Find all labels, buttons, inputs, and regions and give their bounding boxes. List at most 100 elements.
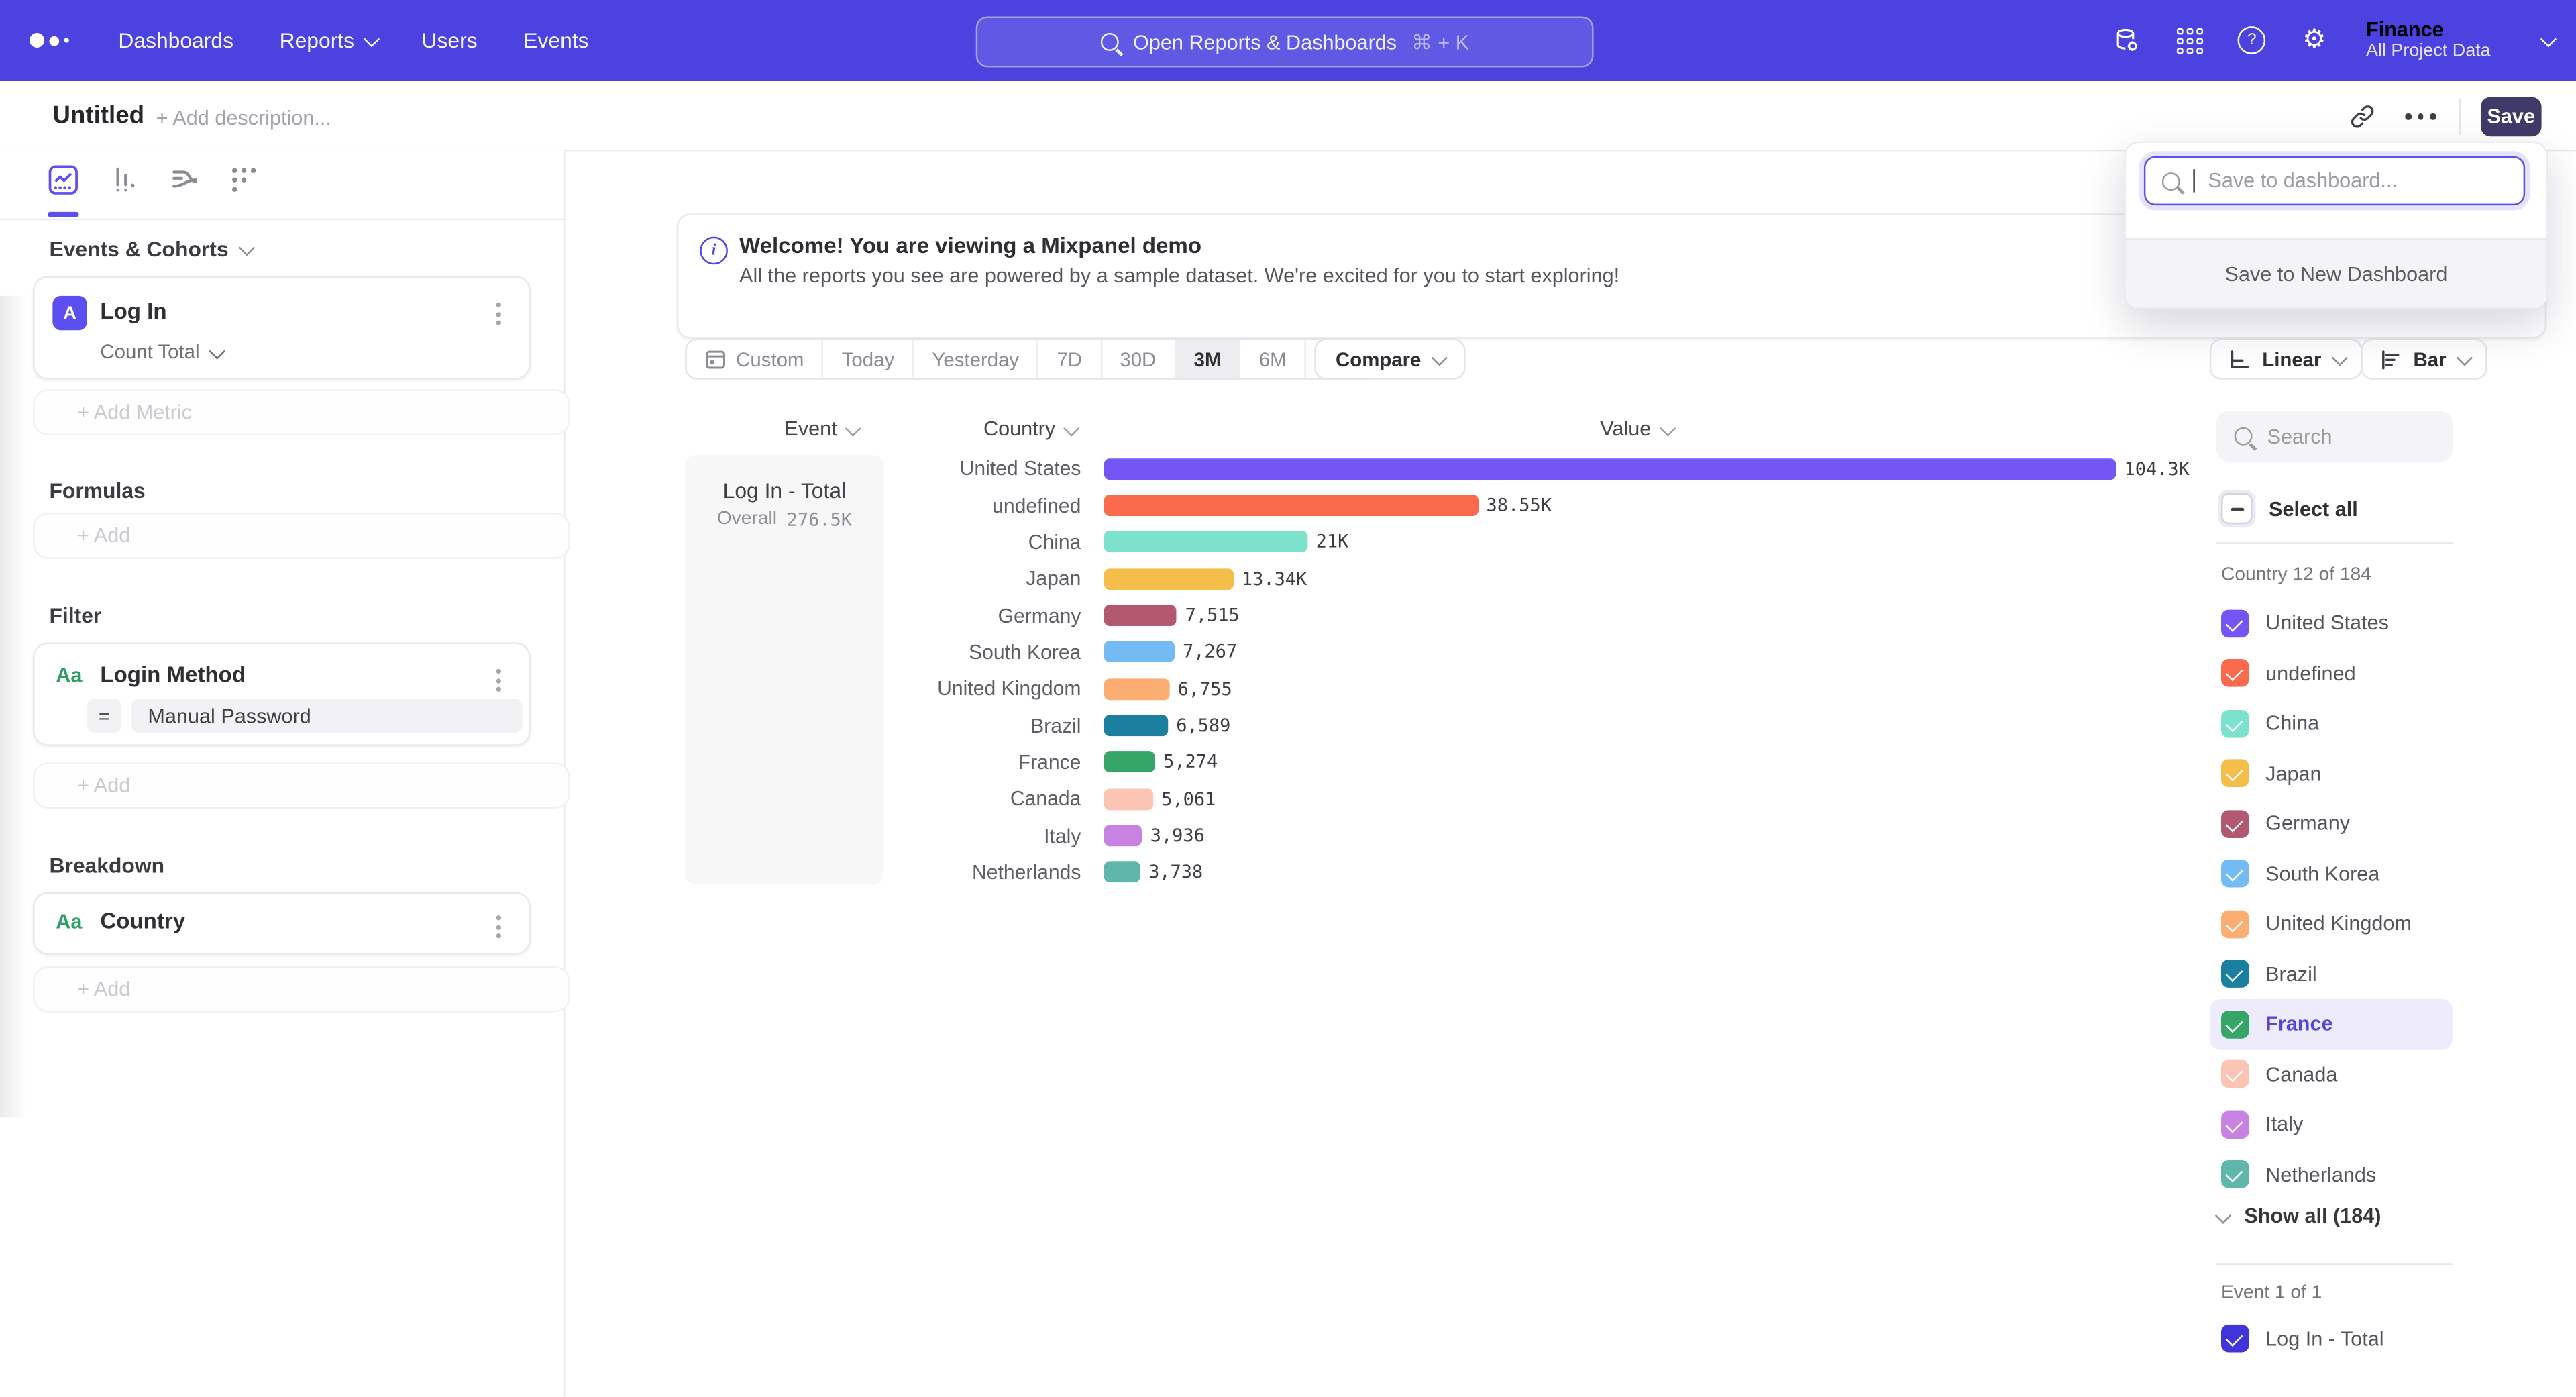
- bar-row[interactable]: Canada 5,061: [892, 780, 2338, 817]
- apps-grid-icon[interactable]: [2176, 26, 2204, 54]
- bar-row[interactable]: Germany 7,515: [892, 597, 2338, 634]
- filter-property-name[interactable]: Login Method: [100, 662, 246, 687]
- bar[interactable]: [1104, 752, 1155, 773]
- date-range-option[interactable]: Yesterday: [914, 340, 1039, 378]
- checkbox-checked-icon[interactable]: [2221, 709, 2249, 737]
- bar[interactable]: [1104, 825, 1142, 847]
- help-icon[interactable]: ?: [2238, 26, 2266, 54]
- nav-reports[interactable]: Reports: [280, 28, 376, 53]
- checkbox-checked-icon[interactable]: [2221, 1011, 2249, 1039]
- tab-insights-icon[interactable]: [48, 164, 79, 196]
- bar[interactable]: [1104, 862, 1140, 883]
- date-range-option[interactable]: Custom: [687, 340, 824, 378]
- checkbox-checked-icon[interactable]: [2221, 1110, 2249, 1139]
- bar[interactable]: [1104, 531, 1308, 553]
- date-range-option[interactable]: 7D: [1039, 340, 1102, 378]
- tab-retention-icon[interactable]: [228, 164, 260, 196]
- bar-row[interactable]: China 21K: [892, 523, 2338, 560]
- series-summary-box[interactable]: Log In - Total Overall276.5K: [685, 455, 883, 884]
- save-to-new-dashboard-button[interactable]: Save to New Dashboard: [2126, 238, 2546, 307]
- add-filter-button[interactable]: + Add: [33, 762, 570, 809]
- add-metric-button[interactable]: + Add Metric: [33, 389, 570, 435]
- legend-item[interactable]: China: [2210, 698, 2453, 749]
- bar[interactable]: [1104, 605, 1177, 626]
- bar-row[interactable]: Netherlands 3,738: [892, 854, 2338, 891]
- mixpanel-logo-icon[interactable]: [30, 33, 95, 48]
- nav-events[interactable]: Events: [523, 28, 588, 53]
- checkbox-checked-icon[interactable]: [2221, 660, 2249, 688]
- event-legend-row[interactable]: Log In - Total: [2210, 1325, 2384, 1353]
- legend-item[interactable]: Netherlands: [2210, 1149, 2453, 1200]
- date-range-option[interactable]: 6M: [1241, 340, 1306, 378]
- legend-item[interactable]: United States: [2210, 598, 2453, 648]
- column-header-value[interactable]: Value: [1104, 417, 2169, 440]
- select-all-row[interactable]: Select all: [2221, 493, 2358, 525]
- checkbox-checked-icon[interactable]: [2221, 960, 2249, 988]
- tab-flows-icon[interactable]: [169, 164, 201, 196]
- metric-kebab-icon[interactable]: [491, 297, 506, 330]
- scale-selector-linear[interactable]: Linear: [2210, 338, 2363, 379]
- more-actions-icon[interactable]: [2405, 113, 2435, 119]
- breakdown-kebab-icon[interactable]: [491, 911, 506, 943]
- legend-item[interactable]: Italy: [2210, 1099, 2453, 1149]
- filter-operator[interactable]: =: [87, 698, 121, 733]
- date-range-option[interactable]: 3M: [1176, 340, 1241, 378]
- filter-card[interactable]: Aa Login Method = Manual Password: [33, 643, 531, 746]
- gear-icon[interactable]: ⚙: [2300, 26, 2328, 54]
- checkbox-checked-icon[interactable]: [2221, 1060, 2249, 1088]
- project-switcher[interactable]: Finance All Project Data: [2366, 18, 2491, 62]
- legend-item[interactable]: South Korea: [2210, 849, 2453, 899]
- legend-item[interactable]: Germany: [2210, 798, 2453, 849]
- compare-button[interactable]: Compare: [1314, 338, 1465, 379]
- nav-dashboards[interactable]: Dashboards: [118, 28, 233, 53]
- bar-row[interactable]: United States 104.3K: [892, 450, 2338, 487]
- filter-value[interactable]: Manual Password: [131, 698, 523, 733]
- checkbox-checked-icon[interactable]: [2221, 910, 2249, 938]
- bar[interactable]: [1104, 568, 1234, 590]
- chart-type-selector-bar[interactable]: Bar: [2361, 338, 2487, 379]
- events-cohorts-header[interactable]: Events & Cohorts: [49, 237, 251, 262]
- checkbox-checked-icon[interactable]: [2221, 1161, 2249, 1189]
- bar[interactable]: [1104, 641, 1175, 663]
- bar[interactable]: [1104, 715, 1168, 736]
- project-chevron-down-icon[interactable]: [2540, 31, 2557, 47]
- report-title[interactable]: Untitled: [52, 102, 144, 130]
- show-all-toggle[interactable]: Show all (184): [2216, 1204, 2381, 1227]
- checkbox-checked-icon[interactable]: [2221, 760, 2249, 788]
- add-formula-button[interactable]: + Add: [33, 513, 570, 559]
- legend-item[interactable]: Brazil: [2210, 949, 2453, 999]
- bar-row[interactable]: Italy 3,936: [892, 817, 2338, 854]
- indeterminate-checkbox-icon[interactable]: [2221, 493, 2253, 525]
- nav-users[interactable]: Users: [422, 28, 478, 53]
- legend-item[interactable]: United Kingdom: [2210, 899, 2453, 949]
- bar-row[interactable]: United Kingdom 6,755: [892, 670, 2338, 707]
- save-button[interactable]: Save: [2481, 97, 2542, 136]
- tab-funnels-icon[interactable]: [109, 164, 140, 196]
- bar[interactable]: [1104, 788, 1153, 810]
- breakdown-property-name[interactable]: Country: [100, 909, 185, 933]
- copy-link-icon[interactable]: [2349, 103, 2375, 130]
- breakdown-card[interactable]: Aa Country: [33, 892, 531, 955]
- checkbox-checked-icon[interactable]: [2221, 860, 2249, 888]
- bar[interactable]: [1104, 678, 1170, 700]
- data-settings-icon[interactable]: [2113, 26, 2141, 54]
- filter-kebab-icon[interactable]: [491, 664, 506, 696]
- metric-name[interactable]: Log In: [100, 299, 166, 324]
- metric-aggregation[interactable]: Count Total: [100, 340, 221, 363]
- legend-item[interactable]: Canada: [2210, 1049, 2453, 1100]
- legend-item[interactable]: undefined: [2210, 648, 2453, 698]
- checkbox-checked-icon[interactable]: [2221, 1325, 2249, 1353]
- metric-card[interactable]: A Log In Count Total: [33, 276, 531, 379]
- date-range-option[interactable]: Today: [824, 340, 914, 378]
- bar-row[interactable]: Brazil 6,589: [892, 707, 2338, 744]
- legend-search-input[interactable]: Search: [2216, 411, 2453, 462]
- bar[interactable]: [1104, 458, 2116, 479]
- bar-row[interactable]: France 5,274: [892, 744, 2338, 781]
- global-search-button[interactable]: Open Reports & Dashboards ⌘ + K: [976, 16, 1594, 67]
- add-description[interactable]: + Add description...: [156, 107, 331, 130]
- date-range-option[interactable]: 30D: [1102, 340, 1175, 378]
- checkbox-checked-icon[interactable]: [2221, 609, 2249, 637]
- save-to-dashboard-input[interactable]: Save to dashboard...: [2144, 156, 2525, 205]
- legend-item[interactable]: Japan: [2210, 749, 2453, 799]
- checkbox-checked-icon[interactable]: [2221, 810, 2249, 838]
